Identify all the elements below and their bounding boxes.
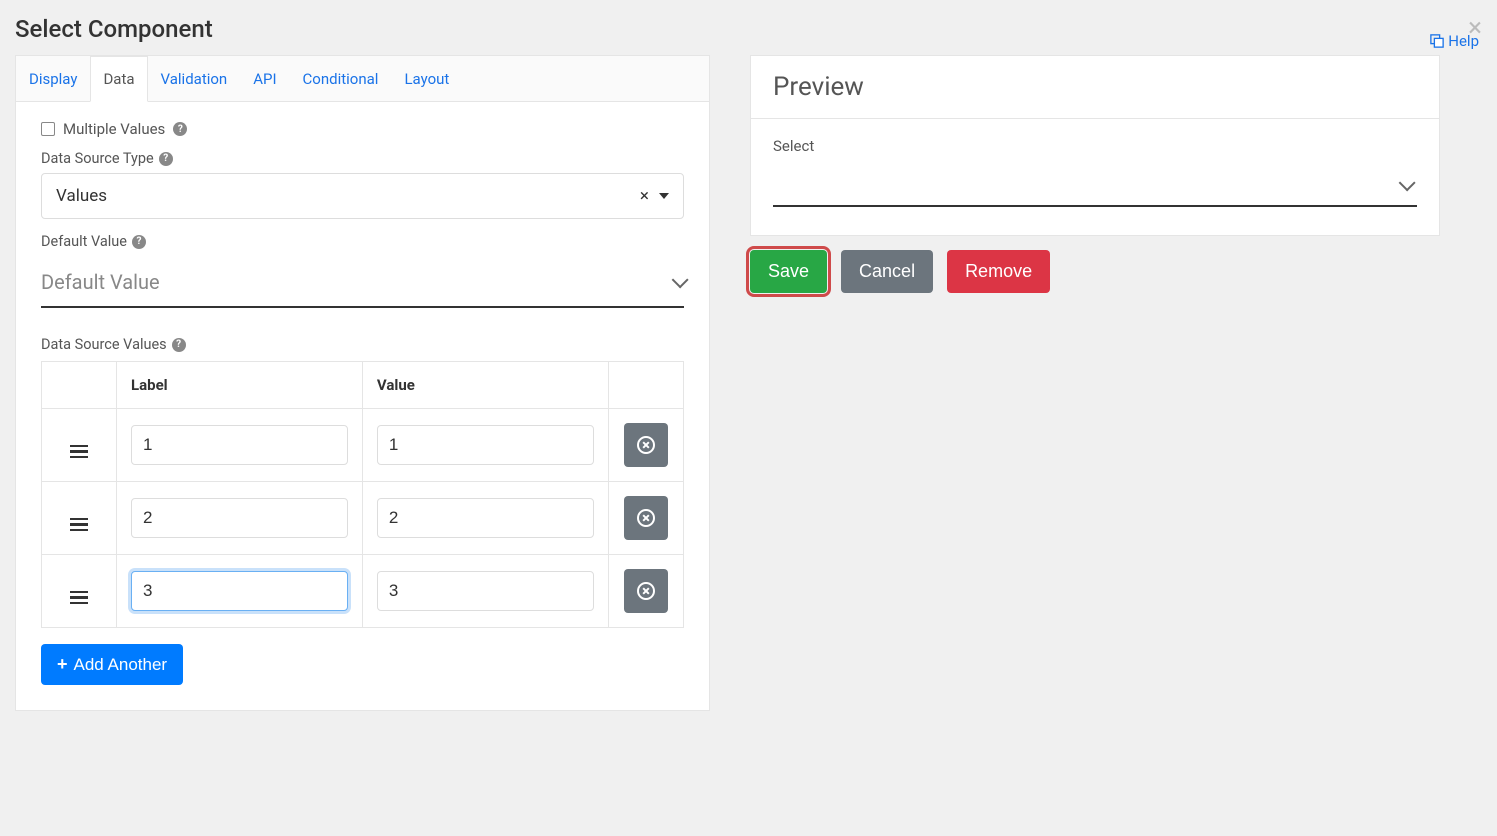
row-value-input[interactable]: [377, 425, 594, 465]
tab-data[interactable]: Data: [90, 56, 147, 102]
add-another-button[interactable]: + Add Another: [41, 644, 183, 685]
drag-handle-icon[interactable]: [70, 591, 88, 605]
delete-row-button[interactable]: [624, 423, 668, 467]
preview-title: Preview: [751, 56, 1439, 119]
question-icon[interactable]: ?: [159, 152, 173, 166]
tab-validation[interactable]: Validation: [148, 56, 241, 102]
tab-layout[interactable]: Layout: [391, 56, 462, 102]
add-another-label: Add Another: [74, 655, 168, 675]
data-source-values-label: Data Source Values: [41, 336, 167, 353]
delete-row-button[interactable]: [624, 496, 668, 540]
clear-icon[interactable]: ×: [640, 186, 649, 206]
help-link[interactable]: Help: [1430, 32, 1479, 50]
row-label-input[interactable]: [131, 425, 348, 465]
default-value-select[interactable]: Default Value: [41, 260, 684, 308]
question-icon[interactable]: ?: [172, 338, 186, 352]
tab-display[interactable]: Display: [16, 56, 90, 102]
col-label-header: Label: [117, 362, 363, 409]
row-label-input[interactable]: [131, 571, 348, 611]
config-panel: Display Data Validation API Conditional …: [15, 55, 710, 711]
drag-handle-icon[interactable]: [70, 445, 88, 459]
multiple-values-label: Multiple Values: [63, 120, 165, 138]
chevron-down-icon: [672, 271, 689, 288]
chevron-down-icon: [1399, 174, 1416, 191]
data-source-values-table: Label Value: [41, 361, 684, 628]
preview-select-label: Select: [773, 137, 1417, 155]
help-icon: [1430, 34, 1444, 48]
row-value-input[interactable]: [377, 498, 594, 538]
delete-icon: [637, 436, 655, 454]
data-source-type-label: Data Source Type: [41, 150, 154, 167]
default-value-label: Default Value: [41, 233, 127, 250]
preview-select[interactable]: [773, 165, 1417, 207]
cancel-button[interactable]: Cancel: [841, 250, 933, 293]
question-icon[interactable]: ?: [173, 122, 187, 136]
tab-conditional[interactable]: Conditional: [290, 56, 392, 102]
tab-api[interactable]: API: [240, 56, 289, 102]
row-value-input[interactable]: [377, 571, 594, 611]
question-icon[interactable]: ?: [132, 235, 146, 249]
save-button[interactable]: Save: [750, 250, 827, 293]
remove-button[interactable]: Remove: [947, 250, 1050, 293]
default-value-placeholder: Default Value: [41, 270, 160, 294]
delete-icon: [637, 582, 655, 600]
tab-bar: Display Data Validation API Conditional …: [16, 56, 709, 102]
col-value-header: Value: [362, 362, 608, 409]
caret-down-icon: [659, 193, 669, 199]
table-row: [42, 555, 684, 628]
data-source-type-value: Values: [56, 186, 107, 206]
data-source-type-select[interactable]: Values ×: [41, 173, 684, 219]
delete-icon: [637, 509, 655, 527]
delete-row-button[interactable]: [624, 569, 668, 613]
multiple-values-checkbox[interactable]: [41, 122, 55, 136]
dialog-title: Select Component: [15, 15, 213, 43]
plus-icon: +: [57, 654, 68, 675]
drag-handle-icon[interactable]: [70, 518, 88, 532]
table-row: [42, 409, 684, 482]
table-row: [42, 482, 684, 555]
row-label-input[interactable]: [131, 498, 348, 538]
preview-panel: Preview Select: [750, 55, 1440, 236]
help-link-text: Help: [1448, 32, 1479, 50]
